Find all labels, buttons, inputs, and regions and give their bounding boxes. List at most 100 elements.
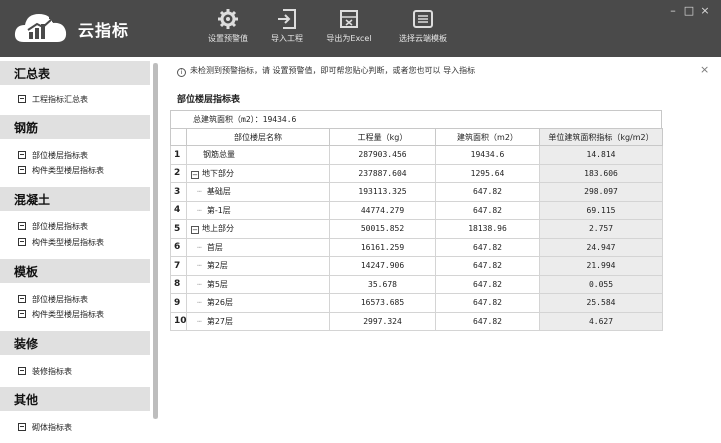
collapse-toggle-icon[interactable]: − (191, 226, 199, 235)
area-cell[interactable]: 647.82 (435, 274, 540, 294)
sidebar-item-label: 构件类型楼层指标表 (32, 238, 104, 247)
area-cell[interactable]: 18138.96 (435, 219, 540, 239)
area-cell[interactable]: 647.82 (435, 200, 540, 220)
sidebar: 汇总表 工程指标汇总表 钢筋 部位楼层指标表 构件类型楼层指标表 混凝土 部位楼… (0, 57, 160, 443)
import-icon (278, 9, 296, 29)
row-name-cell[interactable]: ┄ 首层 (186, 237, 330, 257)
sidebar-item-concrete-floor[interactable]: 部位楼层指标表 (18, 221, 88, 232)
sidebar-section-formwork[interactable]: 模板 (0, 259, 150, 283)
maximize-button[interactable]: □ (681, 4, 697, 17)
unit-index-cell[interactable]: 21.994 (539, 256, 663, 276)
sidebar-item-formwork-component[interactable]: 构件类型楼层指标表 (18, 309, 104, 320)
close-window-button[interactable]: × (697, 4, 713, 17)
table-icon (18, 295, 26, 303)
quantity-cell[interactable]: 237887.604 (329, 163, 436, 183)
table-row[interactable]: 5− 地上部分 50015.852 18138.96 2.757 (170, 219, 663, 239)
tree-line: ┄ (197, 316, 202, 326)
warning-notice: i 未检测到预警指标，请 设置预警值，即可帮您贴心判断，或者您也可以 导入指标 (177, 65, 475, 77)
set-warning-button[interactable]: 设置预警值 (200, 8, 256, 50)
close-notice-button[interactable]: × (700, 63, 709, 76)
row-name: 地上部分 (202, 224, 234, 234)
sidebar-section-summary[interactable]: 汇总表 (0, 61, 150, 85)
unit-index-cell[interactable]: 24.947 (539, 237, 663, 257)
row-name-cell[interactable]: ┄ 基础层 (186, 182, 330, 202)
quantity-cell[interactable]: 35.678 (329, 274, 436, 294)
row-name: 第2层 (206, 261, 228, 271)
area-cell[interactable]: 647.82 (435, 293, 540, 313)
table-row[interactable]: 2− 地下部分 237887.604 1295.64 183.606 (170, 163, 663, 183)
sidebar-item-rebar-component[interactable]: 构件类型楼层指标表 (18, 165, 104, 176)
table-row[interactable]: 8 ┄ 第5层 35.678 647.82 0.055 (170, 274, 663, 294)
unit-index-cell[interactable]: 69.115 (539, 200, 663, 220)
unit-index-cell[interactable]: 2.757 (539, 219, 663, 239)
area-cell[interactable]: 647.82 (435, 237, 540, 257)
unit-index-cell[interactable]: 14.814 (539, 145, 663, 165)
sidebar-item-formwork-floor[interactable]: 部位楼层指标表 (18, 294, 88, 305)
table-row[interactable]: 1 钢筋总量 287903.456 19434.6 14.814 (170, 145, 663, 165)
tree-line: ┄ (197, 187, 202, 197)
row-name-cell[interactable]: ┄ 第5层 (186, 274, 330, 294)
sidebar-item-project-summary[interactable]: 工程指标汇总表 (18, 94, 88, 105)
quantity-cell[interactable]: 16573.685 (329, 293, 436, 313)
column-header[interactable]: 单位建筑面积指标（kg/m2） (539, 128, 663, 146)
area-cell[interactable]: 19434.6 (435, 145, 540, 165)
sidebar-item-masonry[interactable]: 砌体指标表 (18, 422, 72, 433)
table-row[interactable]: 6 ┄ 首层 16161.259 647.82 24.947 (170, 237, 663, 257)
column-header[interactable]: 建筑面积（m2） (435, 128, 540, 146)
unit-index-cell[interactable]: 0.055 (539, 274, 663, 294)
sidebar-scrollbar[interactable] (153, 63, 158, 419)
index-table: 部位楼层名称 工程量（kg） 建筑面积（m2） 单位建筑面积指标（kg/m2） … (170, 128, 663, 331)
sidebar-section-decoration[interactable]: 装修 (0, 331, 150, 355)
column-header[interactable]: 部位楼层名称 (186, 128, 330, 146)
main-panel: i 未检测到预警指标，请 设置预警值，即可帮您贴心判断，或者您也可以 导入指标 ×… (163, 57, 721, 443)
quantity-cell[interactable]: 2997.324 (329, 311, 436, 331)
area-cell[interactable]: 1295.64 (435, 163, 540, 183)
row-name-cell[interactable]: ┄ 第26层 (186, 293, 330, 313)
quantity-cell[interactable]: 193113.325 (329, 182, 436, 202)
table-row[interactable]: 9 ┄ 第26层 16573.685 647.82 25.584 (170, 293, 663, 313)
table-row[interactable]: 7 ┄ 第2层 14247.906 647.82 21.994 (170, 256, 663, 276)
quantity-cell[interactable]: 287903.456 (329, 145, 436, 165)
area-cell[interactable]: 647.82 (435, 311, 540, 331)
sidebar-section-other[interactable]: 其他 (0, 387, 150, 411)
area-cell[interactable]: 647.82 (435, 256, 540, 276)
quantity-cell[interactable]: 44774.279 (329, 200, 436, 220)
table-row[interactable]: 4 ┄ 第-1层 44774.279 647.82 69.115 (170, 200, 663, 220)
row-name: 地下部分 (202, 168, 234, 178)
sidebar-item-rebar-floor[interactable]: 部位楼层指标表 (18, 150, 88, 161)
quantity-cell[interactable]: 50015.852 (329, 219, 436, 239)
unit-index-cell[interactable]: 4.627 (539, 311, 663, 331)
minimize-button[interactable]: – (665, 4, 681, 17)
row-name-cell[interactable]: − 地上部分 (186, 219, 330, 239)
quantity-cell[interactable]: 14247.906 (329, 256, 436, 276)
table-row[interactable]: 10 ┄ 第27层 2997.324 647.82 4.627 (170, 311, 663, 331)
unit-index-cell[interactable]: 25.584 (539, 293, 663, 313)
sidebar-item-decoration[interactable]: 装修指标表 (18, 366, 72, 377)
sidebar-item-concrete-component[interactable]: 构件类型楼层指标表 (18, 237, 104, 248)
table-header-row: 部位楼层名称 工程量（kg） 建筑面积（m2） 单位建筑面积指标（kg/m2） (170, 128, 663, 146)
unit-index-cell[interactable]: 183.606 (539, 163, 663, 183)
quantity-cell[interactable]: 16161.259 (329, 237, 436, 257)
sidebar-item-label: 构件类型楼层指标表 (32, 166, 104, 175)
collapse-toggle-icon[interactable]: − (191, 170, 199, 179)
select-cloud-template-button[interactable]: 选择云端模板 (391, 8, 455, 50)
unit-index-cell[interactable]: 298.097 (539, 182, 663, 202)
row-name-cell[interactable]: ┄ 第-1层 (186, 200, 330, 220)
scrollbar-thumb[interactable] (153, 63, 158, 419)
row-number: 1 (170, 145, 187, 165)
sidebar-section-rebar[interactable]: 钢筋 (0, 115, 150, 139)
row-name-cell[interactable]: ┄ 第27层 (186, 311, 330, 331)
select-cloud-template-label: 选择云端模板 (399, 34, 447, 43)
area-cell[interactable]: 647.82 (435, 182, 540, 202)
column-header[interactable]: 工程量（kg） (329, 128, 436, 146)
import-project-button[interactable]: 导入工程 (264, 8, 310, 50)
row-name-cell[interactable]: − 地下部分 (186, 163, 330, 183)
table-body: 1 钢筋总量 287903.456 19434.6 14.814 2− 地下部分 237887… (170, 145, 663, 331)
table-row[interactable]: 3 ┄ 基础层 193113.325 647.82 298.097 (170, 182, 663, 202)
export-excel-button[interactable]: 导出为Excel (320, 8, 378, 50)
row-number: 2 (170, 163, 187, 183)
row-name-cell[interactable]: 钢筋总量 (186, 145, 330, 165)
sidebar-section-concrete[interactable]: 混凝土 (0, 187, 150, 211)
table-icon (18, 423, 26, 431)
row-name-cell[interactable]: ┄ 第2层 (186, 256, 330, 276)
